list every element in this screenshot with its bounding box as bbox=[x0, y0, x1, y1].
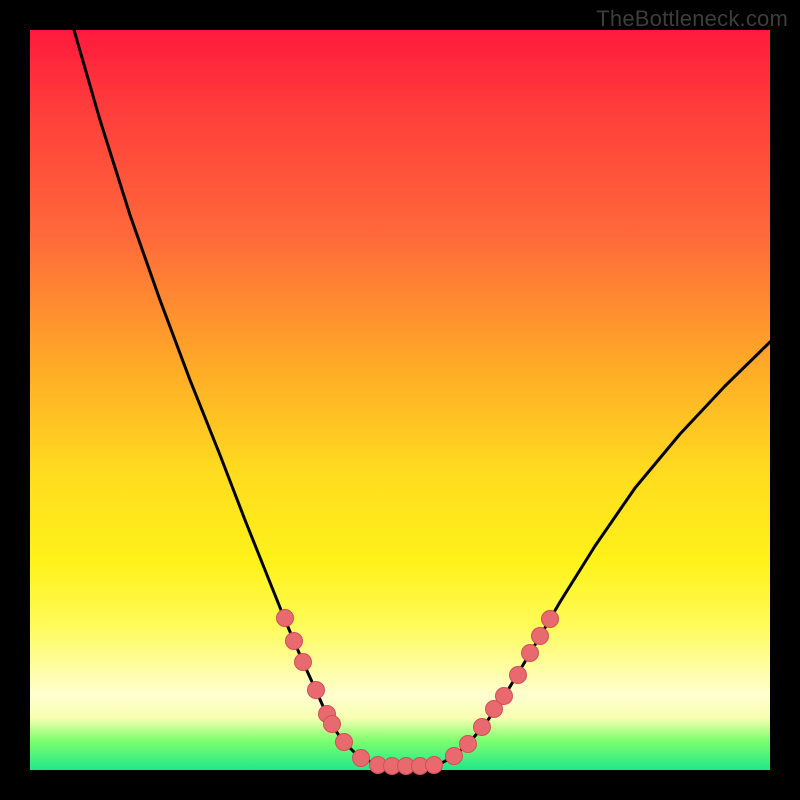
data-dot bbox=[460, 736, 477, 753]
data-dot bbox=[522, 645, 539, 662]
data-dot bbox=[446, 748, 463, 765]
data-dot bbox=[510, 667, 527, 684]
data-dot bbox=[353, 750, 370, 767]
data-dot bbox=[286, 633, 303, 650]
data-dot bbox=[336, 734, 353, 751]
data-dot bbox=[308, 682, 325, 699]
data-dot bbox=[496, 688, 513, 705]
chart-plot-area bbox=[30, 30, 770, 770]
data-dot bbox=[532, 628, 549, 645]
data-dot bbox=[324, 716, 341, 733]
data-dot bbox=[295, 654, 312, 671]
bottleneck-curve bbox=[74, 30, 770, 766]
chart-svg bbox=[30, 30, 770, 770]
data-dot bbox=[277, 610, 294, 627]
chart-frame: TheBottleneck.com bbox=[0, 0, 800, 800]
data-dot bbox=[474, 719, 491, 736]
data-dot bbox=[542, 611, 559, 628]
data-dot bbox=[426, 757, 443, 774]
watermark-text: TheBottleneck.com bbox=[596, 6, 788, 32]
data-dots bbox=[277, 610, 559, 775]
